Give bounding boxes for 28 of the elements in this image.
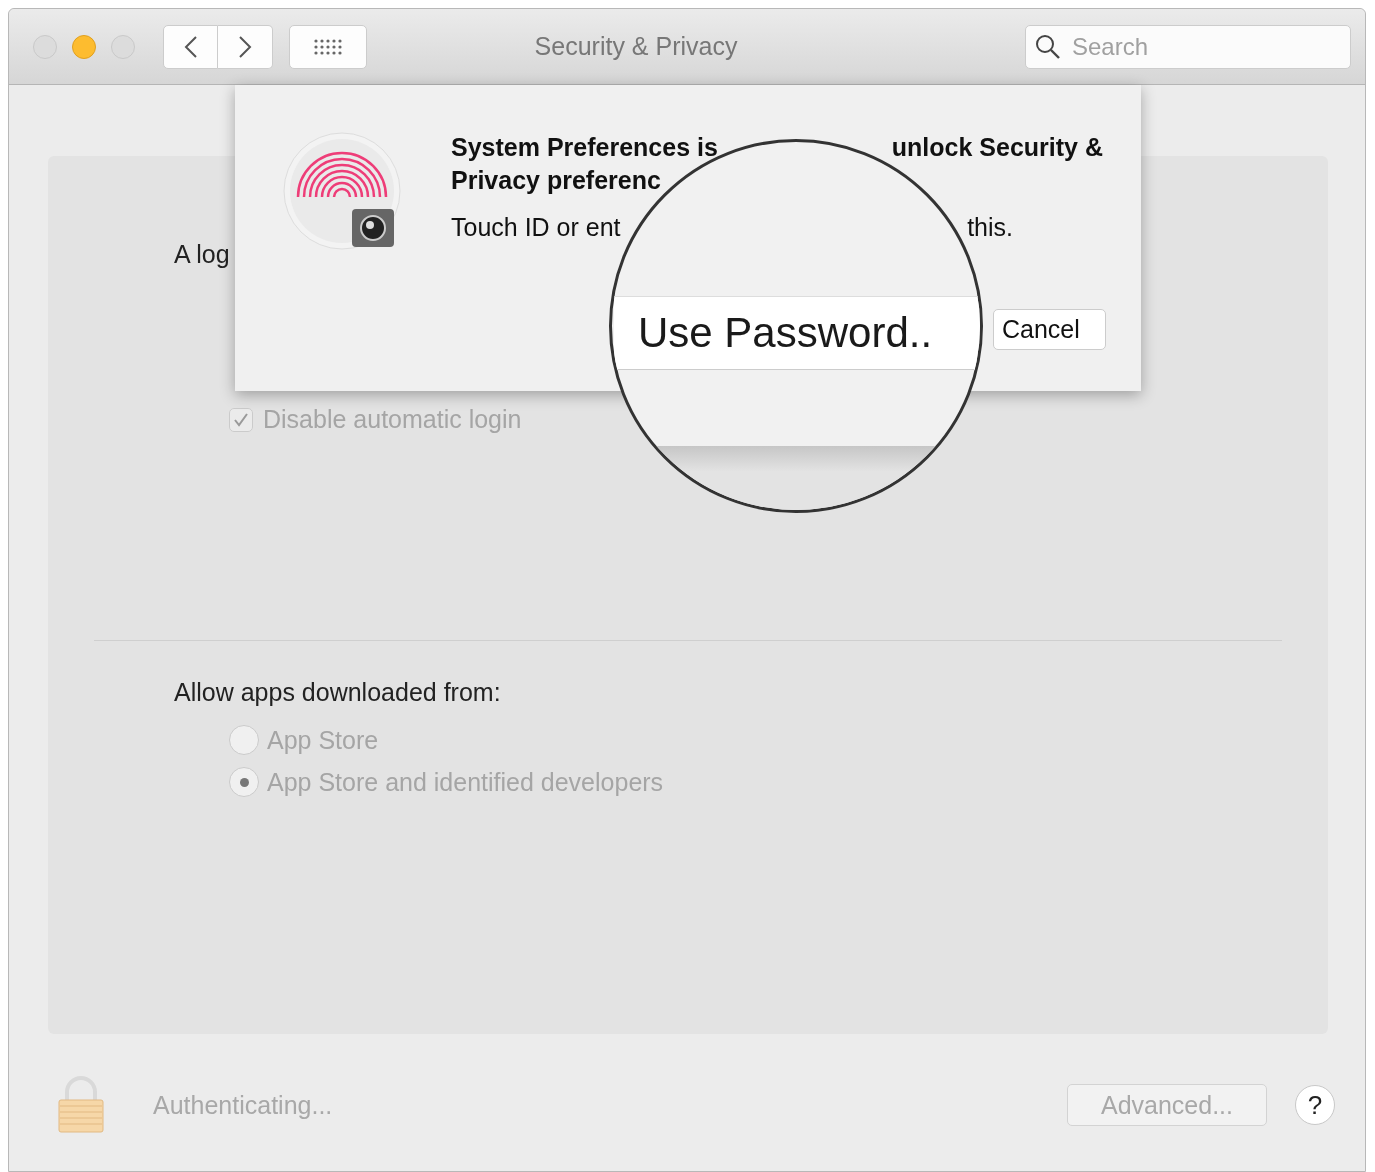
search-field[interactable]: Search (1025, 24, 1351, 69)
forward-button[interactable] (218, 24, 273, 69)
window-title: Security & Privacy (533, 32, 739, 61)
dialog-title: Privacy preferenc (451, 165, 661, 196)
window-control-button[interactable] (111, 34, 135, 59)
chevron-right-icon (238, 34, 252, 59)
grid-icon (313, 37, 343, 56)
checkbox-label: Disable automatic login (263, 405, 522, 434)
dialog-title: System Preferences is (451, 132, 718, 163)
use-password-button[interactable]: Use Password.. (614, 296, 980, 370)
dialog-message: this. (967, 213, 1013, 242)
dialog-message: Touch ID or ent (451, 213, 621, 242)
help-button[interactable]: ? (1295, 1085, 1335, 1125)
radio-label: App Store and identified developers (267, 767, 664, 797)
radio-label: App Store (267, 725, 379, 755)
chevron-left-icon (183, 34, 198, 59)
check-icon (233, 411, 249, 428)
cancel-button[interactable]: Cancel (993, 309, 1106, 350)
window-control-button[interactable] (33, 34, 57, 59)
back-button[interactable] (163, 24, 218, 69)
window-control-button[interactable] (72, 34, 96, 59)
fingerprint-icon (282, 131, 404, 253)
dialog-title: unlock Security & (891, 132, 1103, 163)
section-label: Allow apps downloaded from: (174, 678, 501, 707)
status-text: Authenticating... (153, 1090, 334, 1120)
login-text: A log (174, 240, 230, 269)
show-all-button[interactable] (289, 24, 367, 69)
lock-icon (57, 1076, 105, 1134)
